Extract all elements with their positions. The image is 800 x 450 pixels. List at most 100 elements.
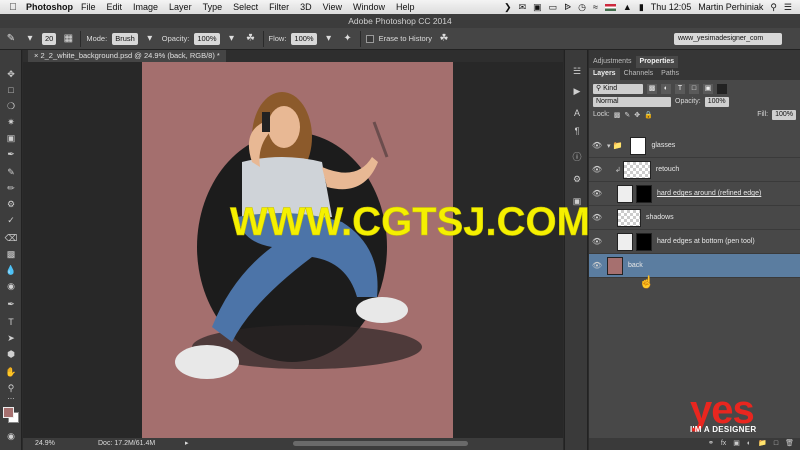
layer-thumbnail[interactable] bbox=[607, 256, 623, 275]
tab-channels[interactable]: Channels bbox=[620, 68, 658, 80]
gradient-tool-icon[interactable]: ▩ bbox=[4, 248, 18, 260]
add-mask-icon[interactable]: ▣ bbox=[733, 438, 740, 450]
layer-row[interactable]: 👁 hard edges around (refined edge) bbox=[589, 182, 800, 206]
new-layer-icon[interactable]: □ bbox=[774, 438, 778, 450]
layer-mask-thumbnail[interactable] bbox=[636, 184, 652, 203]
battery-icon[interactable]: ▮ bbox=[639, 2, 644, 13]
apple-menu-icon[interactable]:  bbox=[6, 2, 20, 13]
bluetooth-icon[interactable]: ᐉ bbox=[564, 2, 571, 13]
menu-file[interactable]: File bbox=[81, 2, 96, 12]
lasso-tool-icon[interactable]: ❍ bbox=[4, 100, 18, 112]
chevron-icon[interactable]: ❯ bbox=[504, 2, 512, 13]
layer-row[interactable]: 👁 ▾ 📁 glasses bbox=[589, 134, 800, 158]
adjustment-layer-icon[interactable]: ◐ bbox=[747, 438, 751, 450]
zoom-level[interactable]: 24.9% bbox=[35, 438, 55, 450]
fill-input[interactable]: 100% bbox=[772, 109, 796, 120]
filter-kind-select[interactable]: ⚲ Kind bbox=[593, 83, 643, 94]
blur-tool-icon[interactable]: 💧 bbox=[4, 264, 18, 276]
new-group-icon[interactable]: 📁 bbox=[758, 438, 767, 450]
pen-tool-icon[interactable]: ✒ bbox=[4, 298, 18, 310]
link-layers-icon[interactable]: ⚭ bbox=[708, 438, 714, 450]
clock-icon[interactable]: ◷ bbox=[578, 2, 586, 13]
quick-mask-icon[interactable]: ◉ bbox=[4, 430, 18, 442]
opacity-input[interactable]: 100% bbox=[194, 32, 220, 45]
layer-row[interactable]: 👁 shadows bbox=[589, 206, 800, 230]
paragraph-icon[interactable]: ¶ bbox=[570, 124, 584, 138]
layer-mask-thumbnail[interactable] bbox=[636, 232, 652, 251]
arrow-right-icon[interactable]: ▸ bbox=[185, 438, 189, 450]
quick-select-tool-icon[interactable]: ✷ bbox=[4, 116, 18, 128]
document-canvas[interactable] bbox=[142, 62, 453, 438]
airbrush-icon[interactable]: ✦ bbox=[341, 32, 355, 46]
lock-position-icon[interactable]: ✥ bbox=[634, 111, 640, 119]
horizontal-scrollbar[interactable] bbox=[293, 441, 468, 446]
layer-thumbnail[interactable] bbox=[622, 160, 651, 179]
lock-pixels-icon[interactable]: ▩ bbox=[614, 111, 621, 119]
filter-type-icon[interactable]: T bbox=[675, 83, 685, 94]
actions-icon[interactable]: ▶ bbox=[570, 84, 584, 98]
eraser-tool-icon[interactable]: ⌫ bbox=[4, 232, 18, 244]
history-brush-tool-icon[interactable]: ✓ bbox=[4, 214, 18, 226]
menu-image[interactable]: Image bbox=[133, 2, 158, 12]
zoom-tool-icon[interactable]: ⚲ bbox=[4, 382, 18, 394]
trash-icon[interactable]: 🗑 bbox=[785, 438, 794, 450]
more-tools-icon[interactable]: ⋯ bbox=[4, 394, 18, 406]
layer-row[interactable]: 👁 ↲ retouch bbox=[589, 158, 800, 182]
layer-row[interactable]: 👁 hard edges at bottom (pen tool) bbox=[589, 230, 800, 254]
tab-layers[interactable]: Layers bbox=[589, 68, 620, 80]
chevron-down-icon[interactable]: ▾ bbox=[143, 32, 157, 46]
erase-to-history-checkbox[interactable] bbox=[365, 34, 374, 43]
eyedropper-tool-icon[interactable]: ✒ bbox=[4, 148, 18, 160]
list-icon[interactable]: ☰ bbox=[784, 2, 792, 13]
menu-layer[interactable]: Layer bbox=[169, 2, 192, 12]
menu-type[interactable]: Type bbox=[203, 2, 223, 12]
healing-brush-tool-icon[interactable]: ✎ bbox=[4, 166, 18, 178]
pressure-size-icon[interactable]: ☘ bbox=[437, 32, 451, 46]
filter-shape-icon[interactable]: □ bbox=[689, 83, 699, 94]
menu-edit[interactable]: Edit bbox=[107, 2, 123, 12]
tab-adjustments[interactable]: Adjustments bbox=[589, 56, 636, 68]
display-icon[interactable]: ▭ bbox=[549, 2, 558, 13]
filter-smart-object-icon[interactable]: ▣ bbox=[703, 83, 713, 94]
layer-opacity-input[interactable]: 100% bbox=[704, 96, 729, 107]
disclosure-triangle-icon[interactable]: ▾ bbox=[607, 142, 611, 150]
visibility-eye-icon[interactable]: 👁 bbox=[589, 261, 605, 270]
shape-tool-icon[interactable]: ⬢ bbox=[4, 348, 18, 360]
brush-tool-icon[interactable]: ✏ bbox=[4, 182, 18, 194]
crop-tool-icon[interactable]: ▣ bbox=[4, 132, 18, 144]
flow-input[interactable]: 100% bbox=[291, 32, 317, 45]
layer-row-selected[interactable]: 👁 back bbox=[589, 254, 800, 278]
flag-icon[interactable] bbox=[604, 3, 616, 11]
foreground-color-swatch[interactable] bbox=[3, 407, 14, 418]
layer-mask-thumbnail[interactable] bbox=[630, 136, 647, 155]
menu-select[interactable]: Select bbox=[233, 2, 258, 12]
type-tool-icon[interactable]: T bbox=[4, 316, 18, 328]
marquee-tool-icon[interactable]: □ bbox=[4, 84, 18, 96]
layer-thumbnail[interactable] bbox=[617, 208, 641, 227]
menubar-user[interactable]: Martin Perhiniak bbox=[698, 2, 763, 12]
filter-pixel-icon[interactable]: ▩ bbox=[647, 83, 657, 94]
workspace-select[interactable]: www_yesimadesigner_com bbox=[674, 33, 782, 45]
blend-mode-select[interactable]: Normal bbox=[593, 96, 671, 107]
screen-icon[interactable]: ▣ bbox=[533, 2, 542, 13]
lock-paint-icon[interactable]: ✎ bbox=[624, 111, 630, 119]
menu-3d[interactable]: 3D bbox=[300, 2, 312, 12]
visibility-eye-icon[interactable]: 👁 bbox=[589, 141, 605, 150]
character-icon[interactable]: A bbox=[570, 106, 584, 120]
eraser-tool-icon[interactable]: ✎ bbox=[4, 32, 18, 46]
document-tab[interactable]: × 2_2_white_background.psd @ 24.9% (back… bbox=[28, 50, 226, 62]
tab-paths[interactable]: Paths bbox=[657, 68, 683, 80]
visibility-eye-icon[interactable]: 👁 bbox=[589, 165, 605, 174]
volume-icon[interactable]: ▲ bbox=[623, 2, 632, 12]
mail-icon[interactable]: ✉ bbox=[519, 2, 527, 13]
filter-adjustment-icon[interactable]: ◐ bbox=[661, 83, 671, 94]
menu-window[interactable]: Window bbox=[353, 2, 385, 12]
layer-style-icon[interactable]: fx bbox=[721, 438, 726, 450]
chevron-down-icon[interactable]: ▾ bbox=[322, 32, 336, 46]
info-icon[interactable]: ⓘ bbox=[570, 150, 584, 164]
history-icon[interactable]: ☱ bbox=[570, 64, 584, 78]
brush-panel-icon[interactable]: ▦ bbox=[61, 32, 75, 46]
search-icon[interactable]: ⚲ bbox=[770, 2, 777, 13]
clone-stamp-tool-icon[interactable]: ⚙ bbox=[4, 198, 18, 210]
pressure-opacity-icon[interactable]: ☘ bbox=[244, 32, 258, 46]
